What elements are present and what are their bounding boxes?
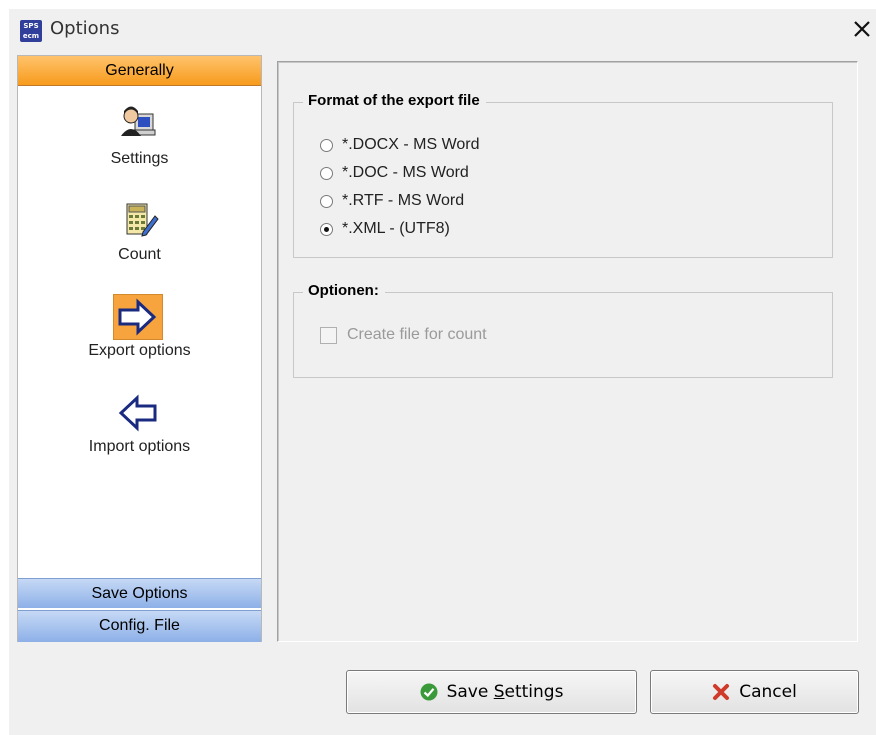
nav-item-label: Import options <box>88 438 191 455</box>
export-format-title: Format of the export file <box>303 92 486 109</box>
nav-item-export-options[interactable]: Export options <box>18 286 261 378</box>
optionen-title: Optionen: <box>303 282 385 299</box>
arrow-left-icon <box>113 390 163 436</box>
cancel-label: Cancel <box>739 682 797 702</box>
title-bar: SPS ecm Options <box>9 9 876 49</box>
radio-xml[interactable]: *.XML - (UTF8) <box>320 218 450 240</box>
window-title: Options <box>50 18 120 39</box>
create-file-for-count-option[interactable]: Create file for count <box>320 326 487 344</box>
radio-button[interactable] <box>320 138 333 152</box>
nav-item-label: Count <box>118 246 161 263</box>
create-file-label: Create file for count <box>347 326 487 343</box>
radio-rtf[interactable]: *.RTF - MS Word <box>320 190 464 212</box>
options-window: SPS ecm Options Generally Settings Count… <box>9 9 876 735</box>
user-computer-icon <box>113 102 163 148</box>
group-save-options[interactable]: Save Options <box>18 578 261 608</box>
group-generally[interactable]: Generally <box>18 56 261 86</box>
app-icon: SPS ecm <box>20 20 42 42</box>
nav-item-import-options[interactable]: Import options <box>18 382 261 474</box>
nav-item-label: Export options <box>88 342 191 359</box>
radio-button[interactable] <box>320 166 333 180</box>
cancel-button[interactable]: Cancel <box>650 670 859 714</box>
close-icon <box>854 21 870 37</box>
optionen-groupbox: Optionen: Create file for count <box>293 282 833 378</box>
radio-label: *.RTF - MS Word <box>342 192 465 209</box>
nav-item-settings[interactable]: Settings <box>18 94 261 186</box>
radio-label: *.DOC - MS Word <box>342 164 469 181</box>
sidebar: Generally Settings Count Export options … <box>17 55 262 642</box>
radio-label: *.XML - (UTF8) <box>342 220 450 237</box>
cancel-x-icon <box>713 684 730 700</box>
save-settings-label: Save Settings <box>446 682 564 702</box>
create-file-checkbox[interactable] <box>320 326 337 344</box>
checkmark-icon <box>420 683 438 701</box>
nav-item-count[interactable]: Count <box>18 190 261 282</box>
content-panel: Format of the export file *.DOCX - MS Wo… <box>277 61 858 642</box>
radio-button[interactable] <box>320 194 333 208</box>
group-config-file[interactable]: Config. File <box>18 610 261 642</box>
arrow-right-icon <box>113 294 163 340</box>
radio-doc[interactable]: *.DOC - MS Word <box>320 162 469 184</box>
save-settings-button[interactable]: Save Settings <box>346 670 637 714</box>
nav-item-label: Settings <box>110 150 169 167</box>
close-button[interactable] <box>852 15 876 43</box>
export-format-groupbox: Format of the export file *.DOCX - MS Wo… <box>293 92 833 258</box>
radio-label: *.DOCX - MS Word <box>342 136 480 153</box>
radio-docx[interactable]: *.DOCX - MS Word <box>320 134 480 156</box>
radio-button[interactable] <box>320 222 333 236</box>
calculator-icon <box>113 198 163 244</box>
